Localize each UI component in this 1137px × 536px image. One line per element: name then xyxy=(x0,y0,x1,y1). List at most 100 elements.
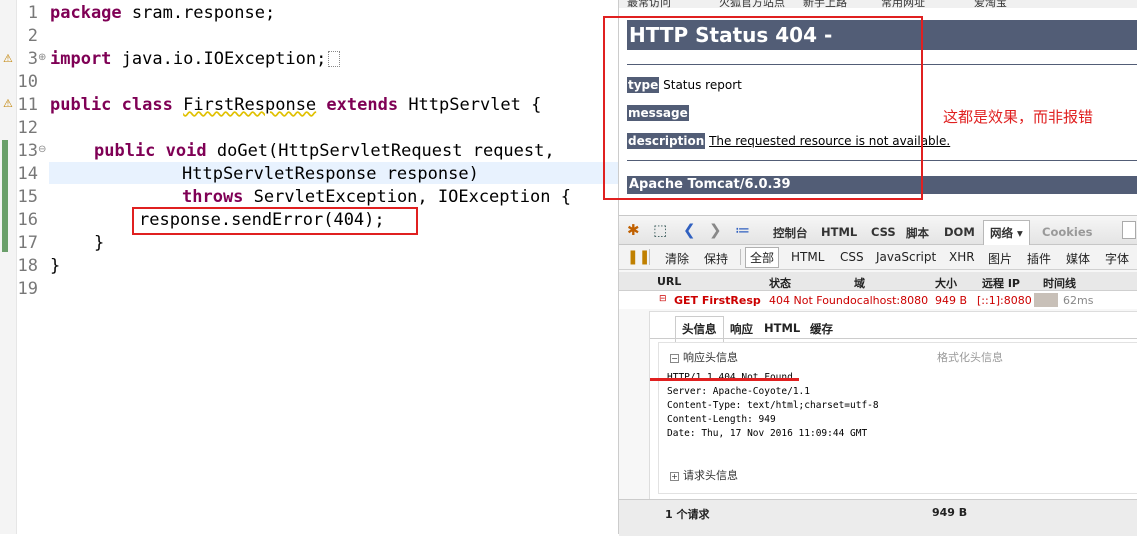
code-line-18[interactable]: } xyxy=(50,255,60,277)
request-time: 62ms xyxy=(1063,294,1094,307)
filter-plugins[interactable]: 插件 xyxy=(1027,250,1051,267)
collapse-icon[interactable]: − xyxy=(670,353,679,363)
tab-dom[interactable]: DOM xyxy=(944,225,975,239)
firebug-panel: ✱ ⬚ ❮ ❯ ≔ 控制台 HTML CSS 脚本 DOM 网络 ▾ Cooki… xyxy=(619,215,1137,536)
bookmark-item[interactable]: 最常访问 xyxy=(627,0,671,8)
tab-cookies[interactable]: Cookies xyxy=(1042,225,1092,239)
code-line-13[interactable]: public void doGet(HttpServletRequest req… xyxy=(94,140,555,162)
response-headers-section: −响应头信息 格式化头信息 HTTP/1.1 404 Not Found Ser… xyxy=(658,342,1137,494)
line-number: 14 xyxy=(17,164,38,184)
tab-console[interactable]: 控制台 xyxy=(773,225,808,241)
tab-network[interactable]: 网络 ▾ xyxy=(983,220,1030,247)
line-number: 2 xyxy=(27,26,38,46)
command-line-icon[interactable]: ≔ xyxy=(735,221,750,239)
line-number: 3 xyxy=(27,49,38,69)
network-summary: 1 个请求 949 B xyxy=(619,499,1137,536)
change-marker xyxy=(2,140,8,252)
fold-collapse-icon[interactable]: ⊖ xyxy=(38,144,46,155)
fold-expand-icon[interactable]: ⊕ xyxy=(38,52,46,63)
filter-xhr[interactable]: XHR xyxy=(949,250,975,264)
request-row[interactable]: ⊟ GET FirstResp 404 Not Found localhost:… xyxy=(619,291,1137,309)
code-line-3[interactable]: import java.io.IOException; xyxy=(50,48,341,70)
request-headers-title[interactable]: + 请求头信息 xyxy=(670,467,738,483)
column-status[interactable]: 状态 xyxy=(769,275,791,291)
response-headers-title[interactable]: − 响应头信息 xyxy=(670,349,738,365)
collapse-icon[interactable]: ⊟ xyxy=(659,294,667,304)
column-url[interactable]: URL xyxy=(657,275,681,288)
bookmark-item[interactable]: 常用网址 xyxy=(881,0,925,8)
code-editor[interactable]: ⚠ ⚠ ⊕ ⊖ 1 2 3 10 11 12 13 14 15 16 17 18… xyxy=(0,0,618,534)
forward-icon[interactable]: ❯ xyxy=(709,221,722,239)
tab-response-html[interactable]: HTML xyxy=(764,321,800,335)
request-status: 404 Not Found xyxy=(769,294,850,307)
persist-button[interactable]: 保持 xyxy=(704,250,728,267)
request-remote-ip: [::1]:8080 xyxy=(977,294,1032,307)
bookmark-item[interactable]: 新手上路 xyxy=(803,0,847,8)
filter-css[interactable]: CSS xyxy=(840,250,864,264)
folded-imports-icon[interactable] xyxy=(328,51,341,67)
bookmarks-bar: 最常访问 火狐官方站点 新手上路 常用网址 爱淘宝 xyxy=(619,0,1137,8)
line-number: 11 xyxy=(17,95,38,115)
warning-icon: ⚠ xyxy=(3,52,13,65)
line-number: 16 xyxy=(17,210,38,230)
network-filter-bar: ❚❚ 清除 保持 全部 HTML CSS JavaScript XHR 图片 插… xyxy=(619,245,1137,270)
browser-window: 最常访问 火狐官方站点 新手上路 常用网址 爱淘宝 HTTP Status 40… xyxy=(603,0,1137,536)
code-line-14[interactable]: HttpServletResponse response) xyxy=(182,163,479,185)
line-number: 12 xyxy=(17,118,38,138)
line-number: 10 xyxy=(17,72,38,92)
column-domain[interactable]: 域 xyxy=(854,275,865,291)
underline-annotation xyxy=(650,378,799,381)
filter-all[interactable]: 全部 xyxy=(745,247,780,268)
tab-response[interactable]: 响应 xyxy=(730,321,753,337)
column-size[interactable]: 大小 xyxy=(935,275,957,291)
timeline-bar xyxy=(1034,293,1058,307)
code-line-1[interactable]: package sram.response; xyxy=(50,2,275,24)
network-table-header: URL 状态 域 大小 远程 IP 时间线 xyxy=(619,272,1137,291)
firebug-toolbar: ✱ ⬚ ❮ ❯ ≔ 控制台 HTML CSS 脚本 DOM 网络 ▾ Cooki… xyxy=(619,216,1137,247)
bookmark-item[interactable]: 爱淘宝 xyxy=(974,0,1007,8)
line-number: 19 xyxy=(17,279,38,299)
warning-icon: ⚠ xyxy=(3,97,13,110)
raw-header-line: Content-Length: 949 xyxy=(667,414,776,425)
code-line-15[interactable]: throws ServletException, IOException { xyxy=(182,186,571,208)
request-size: 949 B xyxy=(935,294,968,307)
line-number: 15 xyxy=(17,187,38,207)
back-icon[interactable]: ❮ xyxy=(683,221,696,239)
line-number: 13 xyxy=(17,141,38,161)
highlight-box xyxy=(132,207,418,235)
tab-script[interactable]: 脚本 xyxy=(906,225,929,241)
menu-icon[interactable] xyxy=(1122,221,1136,239)
summary-size: 949 B xyxy=(932,506,968,519)
request-detail: 头信息 响应 HTML 缓存 −响应头信息 格式化头信息 HTTP/1.1 40… xyxy=(649,311,1137,503)
raw-header-line: Server: Apache-Coyote/1.1 xyxy=(667,386,810,397)
code-line-11[interactable]: public class FirstResponse extends HttpS… xyxy=(50,94,541,116)
filter-fonts[interactable]: 字体 xyxy=(1105,250,1129,267)
line-number: 17 xyxy=(17,233,38,253)
bookmark-item[interactable]: 火狐官方站点 xyxy=(719,0,785,8)
firebug-icon[interactable]: ✱ xyxy=(627,221,640,239)
format-headers-link[interactable]: 格式化头信息 xyxy=(937,349,1003,365)
line-number: 18 xyxy=(17,256,38,276)
tab-cache[interactable]: 缓存 xyxy=(810,321,833,337)
filter-javascript[interactable]: JavaScript xyxy=(876,250,936,264)
pause-icon[interactable]: ❚❚ xyxy=(627,249,650,265)
filter-images[interactable]: 图片 xyxy=(988,250,1012,267)
clear-button[interactable]: 清除 xyxy=(665,250,689,267)
tab-html[interactable]: HTML xyxy=(821,225,857,239)
request-url[interactable]: GET FirstResp xyxy=(674,294,761,307)
column-timeline[interactable]: 时间线 xyxy=(1043,275,1076,291)
code-line-17[interactable]: } xyxy=(94,232,104,254)
request-domain: localhost:8080 xyxy=(847,294,929,307)
highlight-box xyxy=(603,16,923,200)
filter-media[interactable]: 媒体 xyxy=(1066,250,1090,267)
raw-header-line: Date: Thu, 17 Nov 2016 11:09:44 GMT xyxy=(667,428,868,439)
annotation-text: 这都是效果，而非报错 xyxy=(943,108,1094,126)
raw-header-line: Content-Type: text/html;charset=utf-8 xyxy=(667,400,879,411)
expand-icon[interactable]: + xyxy=(670,471,679,481)
column-remote-ip[interactable]: 远程 IP xyxy=(982,275,1020,291)
inspect-icon[interactable]: ⬚ xyxy=(653,221,667,239)
filter-html[interactable]: HTML xyxy=(791,250,824,264)
tab-css[interactable]: CSS xyxy=(871,225,896,239)
summary-count: 1 个请求 xyxy=(665,508,710,521)
line-number: 1 xyxy=(27,3,38,23)
